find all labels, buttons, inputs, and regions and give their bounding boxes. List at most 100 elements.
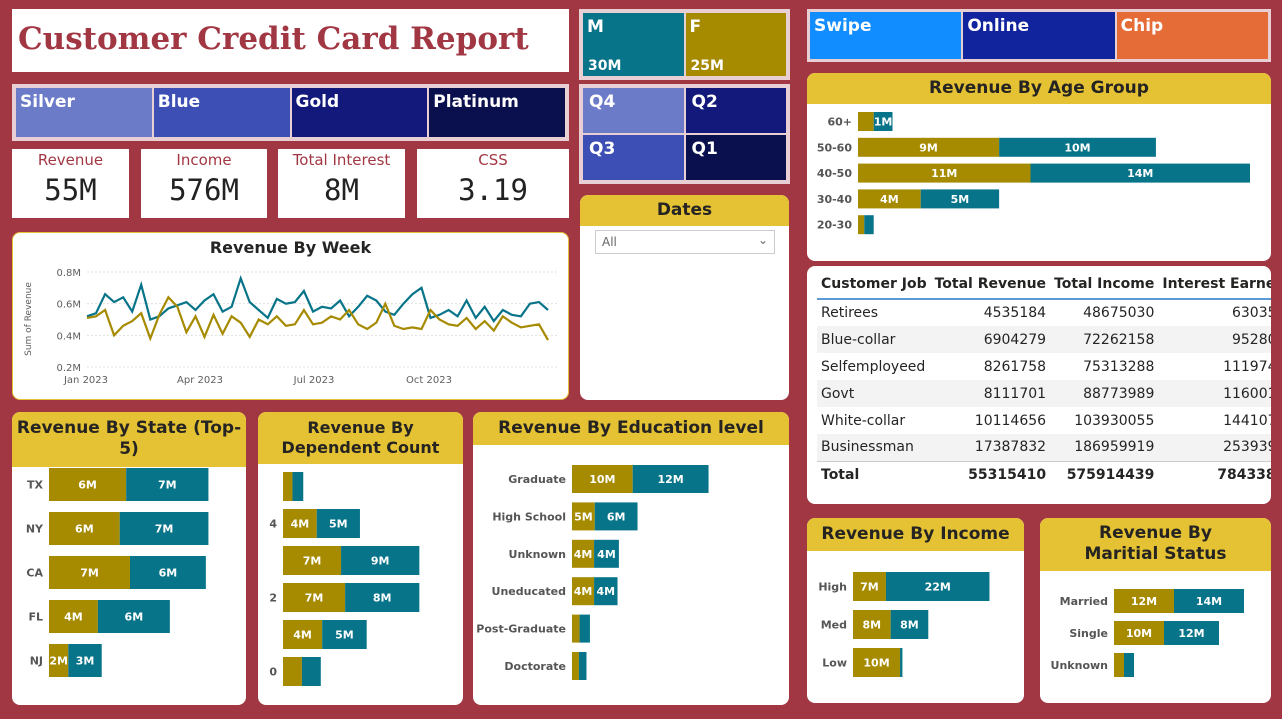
gender-m-value: 30M (588, 58, 622, 74)
bar-segment[interactable] (283, 472, 293, 501)
table-row[interactable]: Businessman173878321869599192539390 (817, 434, 1271, 461)
category-label: Doctorate (504, 660, 566, 673)
bar-segment[interactable] (858, 112, 874, 131)
data-label: 12M (1131, 595, 1157, 608)
category-label: Single (1069, 627, 1108, 640)
quarter-q3[interactable]: Q3 (583, 135, 684, 180)
kpi-revenue-value: 55M (44, 173, 97, 207)
col-total-income[interactable]: Total Income (1050, 272, 1159, 300)
payment-chip[interactable]: Chip (1116, 12, 1268, 59)
bar-segment[interactable] (572, 652, 579, 680)
gender-m-label: M (587, 17, 604, 37)
bar-segment[interactable] (864, 215, 874, 235)
card-platinum[interactable]: Platinum (429, 88, 565, 137)
revenue-by-income-card: Revenue By Income High 7M 22M Med 8M 8M Low 10M (807, 518, 1024, 703)
data-label: 5M (329, 518, 348, 531)
data-label: 4M (880, 193, 899, 206)
data-label: 10M (1064, 141, 1090, 154)
table-cell: 103930055 (1074, 412, 1155, 429)
y-tick-label: 0.8M (56, 268, 81, 279)
table-cell: 1441074 (1223, 412, 1271, 429)
kpi-css: CSS 3.19 (417, 149, 569, 218)
gender-f[interactable]: F 25M (685, 13, 786, 76)
table-cell: Selfemployeed (821, 358, 926, 375)
table-row[interactable]: Govt8111701887739891160016 (817, 380, 1271, 407)
table-row[interactable]: Blue-collar690427972262158952801 (817, 326, 1271, 353)
dates-dropdown[interactable]: All ⌄ (595, 230, 775, 254)
data-label: 9M (919, 141, 938, 154)
table-cell: 75313288 (1083, 358, 1155, 375)
category-label: Low (822, 657, 847, 670)
bar-segment[interactable] (1114, 653, 1124, 677)
card-silver[interactable]: Silver (16, 88, 152, 137)
bar-segment[interactable] (858, 215, 865, 235)
category-label: FL (28, 611, 43, 624)
table-cell: 17387832 (930, 434, 1051, 461)
series-line[interactable] (86, 274, 549, 323)
data-label: 10M (1126, 627, 1152, 640)
data-label: 6M (607, 510, 626, 523)
data-label: 8M (373, 592, 392, 605)
category-label: TX (27, 479, 44, 492)
data-label: 7M (303, 555, 322, 568)
data-label: 10M (589, 473, 615, 486)
bar-segment[interactable] (1124, 653, 1134, 677)
kpi-income-value: 576M (169, 173, 239, 207)
category-label: Med (821, 619, 847, 632)
data-label: 8M (863, 619, 882, 632)
category-label: Uneducated (492, 585, 566, 598)
table-total-cell: 7843382 (1158, 460, 1271, 488)
quarter-q1[interactable]: Q1 (685, 135, 786, 180)
category-label: Post-Graduate (476, 623, 566, 636)
gender-m[interactable]: M 30M (583, 13, 684, 76)
dates-slicer: Dates All ⌄ (580, 195, 789, 400)
revenue-by-state-card: Revenue By State (Top-5) TX 6M 7M NY 6M 7M CA 7… (12, 412, 246, 705)
bar-segment[interactable] (900, 648, 903, 677)
category-label: 60+ (827, 116, 852, 129)
data-label: 22M (925, 581, 951, 594)
data-label: 2M (49, 655, 68, 668)
kpi-income: Income 576M (141, 149, 267, 218)
revenue-by-marital-chart: Married 12M 14M Single 10M 12M Unknown (1051, 589, 1244, 677)
quarter-slicer: Q4 Q2 Q3 Q1 (579, 84, 790, 184)
data-label: 11M (931, 167, 957, 180)
y-tick-label: 0.2M (56, 363, 81, 374)
data-label: 10M (863, 657, 889, 670)
title-card: Customer Credit Card Report (12, 9, 569, 72)
quarter-q4[interactable]: Q4 (583, 88, 684, 133)
page-title: Customer Credit Card Report (18, 21, 529, 57)
card-blue[interactable]: Blue (153, 88, 290, 137)
col-interest-earned[interactable]: Interest Earned (1158, 272, 1271, 300)
col-total-revenue[interactable]: Total Revenue (930, 272, 1051, 300)
bar-segment[interactable] (578, 652, 587, 680)
table-header-row: Customer Job Total Revenue Total Income … (817, 272, 1271, 300)
bar-segment[interactable] (292, 472, 304, 501)
payment-online[interactable]: Online (963, 12, 1115, 59)
category-label: CA (26, 567, 43, 580)
bar-segment[interactable] (579, 614, 590, 643)
table-cell: Businessman (817, 434, 931, 461)
income-chart-title: Revenue By Income (807, 518, 1024, 552)
col-customer-job[interactable]: Customer Job (817, 272, 931, 300)
revenue-by-marital-card: Revenue By Maritial Status Married 12M 14M… (1040, 518, 1271, 703)
quarter-q2[interactable]: Q2 (685, 88, 786, 133)
age-chart-title: Revenue By Age Group (807, 73, 1271, 105)
category-label: High School (492, 510, 566, 523)
table-total-cell: Total (817, 460, 931, 488)
table-row[interactable]: Selfemployeed 8261758 75313288 1119742 (817, 353, 1271, 380)
data-label: 6M (75, 523, 94, 536)
bar-segment[interactable] (572, 614, 580, 643)
x-tick-label: Oct 2023 (406, 375, 452, 386)
category-label: 4 (269, 518, 277, 531)
table-row[interactable]: Retirees 4535184 48675030 630359 (817, 299, 1271, 326)
table-cell: 8111701 (930, 380, 1051, 407)
data-label: 12M (1178, 627, 1204, 640)
bar-segment[interactable] (283, 657, 302, 686)
table-row[interactable]: White-collar 10114656 103930055 1441074 (817, 407, 1271, 434)
category-label: Unknown (509, 548, 566, 561)
bar-segment[interactable] (301, 657, 321, 686)
table-cell: 72262158 (1050, 326, 1159, 353)
card-gold[interactable]: Gold (291, 88, 428, 137)
payment-swipe[interactable]: Swipe (810, 12, 962, 59)
kpi-revenue-label: Revenue (37, 151, 104, 169)
